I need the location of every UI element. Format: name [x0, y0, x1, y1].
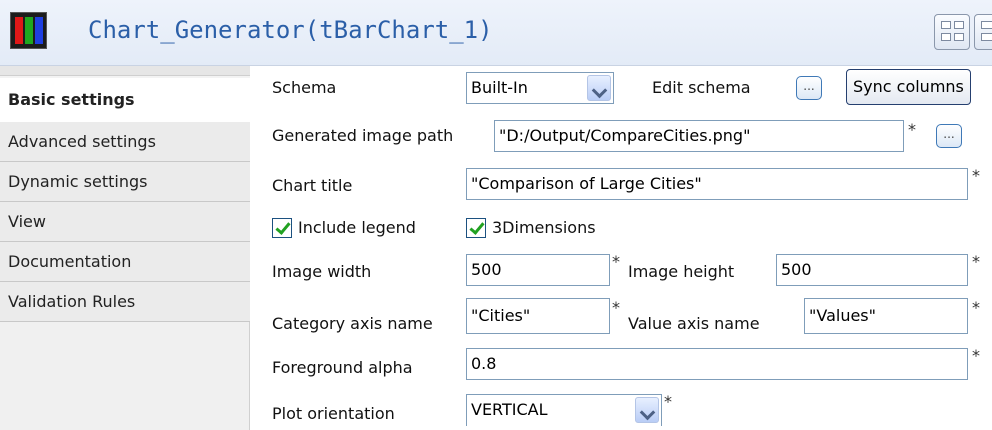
required-marker: * — [908, 120, 916, 139]
grid-layout-icon[interactable] — [934, 14, 970, 50]
category-axis-label: Category axis name — [272, 314, 433, 333]
title-bar: Chart_Generator(tBarChart_1) — [0, 0, 992, 66]
3dimensions-checkbox[interactable] — [466, 218, 486, 238]
foreground-alpha-field[interactable]: 0.8 — [466, 348, 968, 380]
image-path-field[interactable]: "D:/Output/CompareCities.png" — [494, 120, 904, 152]
schema-select[interactable]: Built-In — [466, 72, 614, 104]
required-marker: * — [664, 392, 672, 411]
tab-basic-settings[interactable]: Basic settings — [0, 78, 250, 122]
settings-sidebar: Basic settings Advanced settings Dynamic… — [0, 66, 250, 430]
chart-title-label: Chart title — [272, 176, 353, 195]
basic-settings-form: Schema Built-In Edit schema ... Sync col… — [250, 66, 992, 430]
3dimensions-label: 3Dimensions — [492, 218, 596, 237]
tab-advanced-settings[interactable]: Advanced settings — [0, 122, 250, 162]
image-width-field[interactable]: 500 — [466, 254, 610, 286]
required-marker: * — [972, 346, 980, 365]
required-marker: * — [612, 252, 620, 271]
category-axis-field[interactable]: "Cities" — [466, 298, 610, 334]
image-height-label: Image height — [628, 262, 735, 281]
plot-orientation-label: Plot orientation — [272, 404, 395, 423]
tab-validation-rules[interactable]: Validation Rules — [0, 282, 250, 322]
tab-documentation[interactable]: Documentation — [0, 242, 250, 282]
required-marker: * — [972, 166, 980, 185]
plot-orientation-select[interactable]: VERTICAL — [466, 394, 662, 426]
image-width-label: Image width — [272, 262, 372, 281]
required-marker: * — [612, 298, 620, 317]
value-axis-label: Value axis name — [628, 314, 760, 333]
required-marker: * — [972, 298, 980, 317]
edit-schema-label: Edit schema — [652, 78, 751, 97]
component-title: Chart_Generator(tBarChart_1) — [88, 16, 493, 44]
image-path-label: Generated image path — [272, 126, 454, 145]
value-axis-field[interactable]: "Values" — [804, 298, 968, 334]
bar-chart-app-icon — [10, 12, 47, 49]
schema-label: Schema — [272, 78, 337, 97]
include-legend-label: Include legend — [298, 218, 416, 237]
image-height-field[interactable]: 500 — [776, 254, 968, 286]
browse-image-path-button[interactable]: ... — [936, 124, 962, 148]
chart-title-field[interactable]: "Comparison of Large Cities" — [466, 168, 968, 200]
sync-columns-button[interactable]: Sync columns — [846, 69, 971, 105]
chevron-down-icon[interactable] — [587, 75, 611, 101]
chevron-down-icon[interactable] — [635, 397, 659, 423]
list-layout-icon[interactable] — [974, 14, 992, 50]
edit-schema-button[interactable]: ... — [796, 76, 822, 100]
tab-dynamic-settings[interactable]: Dynamic settings — [0, 162, 250, 202]
tab-view[interactable]: View — [0, 202, 250, 242]
foreground-alpha-label: Foreground alpha — [272, 358, 413, 377]
include-legend-checkbox[interactable] — [272, 218, 292, 238]
required-marker: * — [972, 252, 980, 271]
